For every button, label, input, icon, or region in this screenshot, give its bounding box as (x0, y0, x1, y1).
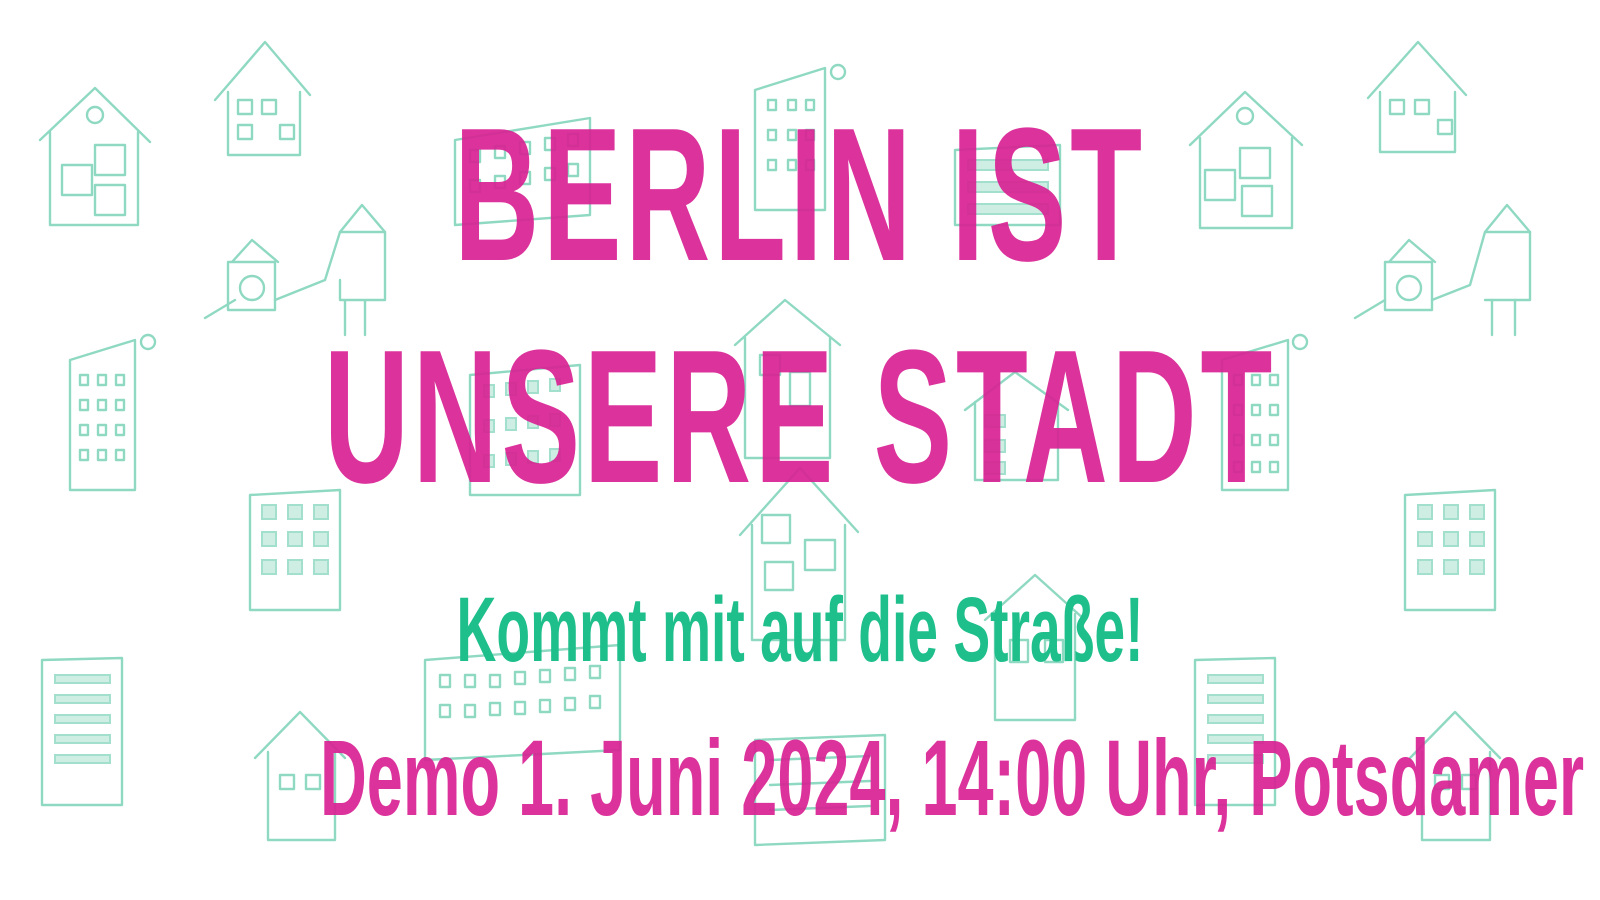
demo-poster: BERLIN IST UNSERE STADT Kommt mit auf di… (0, 0, 1600, 900)
apartment-block-doodle-icon (1403, 488, 1497, 612)
subline: Kommt mit auf die Straße! (456, 579, 1144, 681)
headline-line-2: UNSERE STADT (323, 311, 1277, 523)
house-doodle-icon (1366, 40, 1468, 154)
house-doodle-icon (213, 40, 312, 157)
house-doodle-icon (38, 86, 152, 227)
headline-line-1: BERLIN IST (454, 89, 1146, 301)
tower-block-doodle-icon (40, 656, 124, 807)
tower-block-doodle-icon (68, 333, 157, 492)
event-details: Demo 1. Juni 2024, 14:00 Uhr, Potsdamer … (319, 717, 1600, 838)
walking-houses-doodle-icon (1353, 203, 1532, 337)
